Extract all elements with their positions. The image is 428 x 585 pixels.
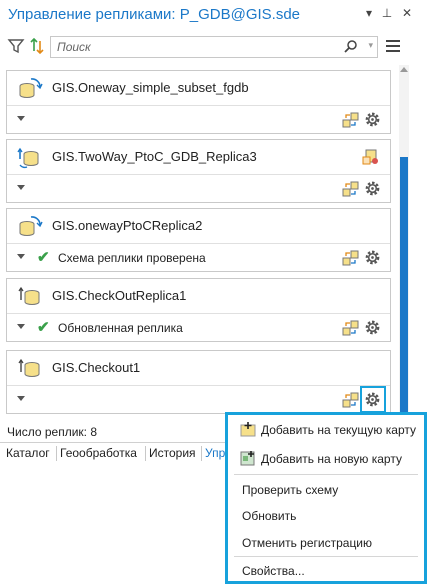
pane-menu-button[interactable]: ▾ (362, 6, 376, 20)
menu-item-label: Добавить на новую карту (261, 452, 402, 466)
one-way-replica-icon (19, 78, 43, 98)
synchronize-icon[interactable] (342, 391, 360, 409)
search-options-icon[interactable]: ▾ (368, 40, 373, 51)
two-way-replica-icon (17, 147, 39, 169)
replica-card-header: GIS.TwoWay_PtoC_GDB_Replica3 (7, 140, 390, 174)
vertical-scrollbar[interactable] (399, 65, 409, 427)
replica-card-header: GIS.Checkout1 (7, 351, 390, 385)
replica-card[interactable]: GIS.Oneway_simple_subset_fgdb (6, 70, 391, 134)
tab-divider (145, 446, 146, 461)
replica-name: GIS.Oneway_simple_subset_fgdb (52, 80, 249, 95)
menu-item-label: Обновить (242, 509, 297, 523)
tab-divider (201, 446, 202, 461)
replica-card-footer (7, 385, 390, 414)
gear-icon[interactable] (363, 390, 382, 409)
replica-status: Схема реплики проверена (58, 251, 206, 265)
replica-card[interactable]: GIS.onewayPtoCReplica2 ✔ Схема реплики п… (6, 208, 391, 272)
synchronize-icon[interactable] (342, 319, 360, 337)
checkmark-icon: ✔ (37, 319, 50, 336)
tab-manage-replicas[interactable]: Упр (205, 446, 225, 460)
menu-separator (234, 474, 418, 475)
tab-divider (56, 446, 57, 461)
gear-icon[interactable] (363, 179, 382, 198)
checkout-replica-icon (18, 358, 40, 377)
new-map-icon (240, 451, 255, 466)
menu-separator (234, 556, 418, 557)
menu-item-properties[interactable]: Свойства... (228, 558, 424, 584)
gear-icon[interactable] (363, 248, 382, 267)
expand-arrow-icon[interactable] (17, 396, 25, 401)
synchronize-icon[interactable] (342, 180, 360, 198)
pane-title: Управление репликами: P_GDB@GIS.sde (8, 6, 301, 23)
replica-context-menu: Добавить на текущую карту Добавить на но… (225, 412, 427, 584)
menu-item-validate-schema[interactable]: Проверить схему (228, 477, 424, 503)
gear-icon[interactable] (363, 318, 382, 337)
search-box: ▾ (50, 36, 378, 58)
menu-item-add-current-map[interactable]: Добавить на текущую карту (228, 417, 424, 443)
replica-card-footer (7, 105, 390, 134)
replica-list: GIS.Oneway_simple_subset_fgdb GIS.TwoWay… (0, 65, 397, 420)
toolbar: ▾ (0, 33, 428, 61)
menu-item-refresh[interactable]: Обновить (228, 503, 424, 529)
expand-arrow-icon[interactable] (17, 185, 25, 190)
menu-item-label: Добавить на текущую карту (261, 423, 416, 437)
search-input[interactable] (57, 40, 337, 54)
replica-card[interactable]: GIS.CheckOutReplica1 ✔ Обновленная репли… (6, 278, 391, 342)
replica-status: Обновленная реплика (58, 321, 183, 335)
replica-name: GIS.Checkout1 (52, 360, 141, 375)
menu-item-add-new-map[interactable]: Добавить на новую карту (228, 446, 424, 472)
replica-card-footer: ✔ Обновленная реплика (7, 313, 390, 342)
replica-card-header: GIS.CheckOutReplica1 (7, 279, 390, 313)
checkout-replica-icon (18, 286, 40, 305)
pin-icon[interactable]: ⊥ (380, 6, 394, 20)
menu-item-label: Отменить регистрацию (242, 536, 373, 550)
menu-item-label: Свойства... (242, 564, 305, 578)
replica-card-header: GIS.onewayPtoCReplica2 (7, 209, 390, 243)
hamburger-menu-icon[interactable] (386, 40, 400, 52)
replica-card-header: GIS.Oneway_simple_subset_fgdb (7, 71, 390, 105)
replica-count: Число реплик: 8 (7, 425, 97, 439)
synchronize-icon[interactable] (342, 111, 360, 129)
expand-arrow-icon[interactable] (17, 254, 25, 259)
replica-card-footer: ✔ Схема реплики проверена (7, 243, 390, 272)
add-to-map-icon (240, 422, 256, 437)
close-icon[interactable]: ✕ (400, 6, 414, 20)
replica-card[interactable]: GIS.Checkout1 (6, 350, 391, 414)
filter-icon[interactable] (7, 37, 25, 55)
scroll-up-arrow-icon[interactable] (400, 67, 408, 72)
replica-name: GIS.CheckOutReplica1 (52, 288, 187, 303)
sort-icon[interactable] (28, 37, 46, 55)
replica-warning-icon[interactable] (362, 148, 380, 166)
expand-arrow-icon[interactable] (17, 324, 25, 329)
pane-tabs: Каталог Геообработка История Упр (0, 442, 260, 464)
menu-item-label: Проверить схему (242, 483, 339, 497)
expand-arrow-icon[interactable] (17, 116, 25, 121)
replica-card-footer (7, 174, 390, 203)
replica-card[interactable]: GIS.TwoWay_PtoC_GDB_Replica3 (6, 139, 391, 203)
tab-catalog[interactable]: Каталог (6, 446, 50, 460)
menu-item-unregister[interactable]: Отменить регистрацию (228, 530, 424, 556)
scrollbar-thumb[interactable] (400, 157, 408, 427)
tab-geoprocessing[interactable]: Геообработка (60, 446, 137, 460)
tab-history[interactable]: История (149, 446, 196, 460)
one-way-replica-icon (19, 216, 43, 236)
gear-icon[interactable] (363, 110, 382, 129)
search-icon[interactable] (343, 39, 359, 55)
replica-name: GIS.TwoWay_PtoC_GDB_Replica3 (52, 149, 257, 164)
pane-titlebar: Управление репликами: P_GDB@GIS.sde ▾ ⊥ … (0, 0, 428, 30)
checkmark-icon: ✔ (37, 249, 50, 266)
replica-name: GIS.onewayPtoCReplica2 (52, 218, 203, 233)
synchronize-icon[interactable] (342, 249, 360, 267)
